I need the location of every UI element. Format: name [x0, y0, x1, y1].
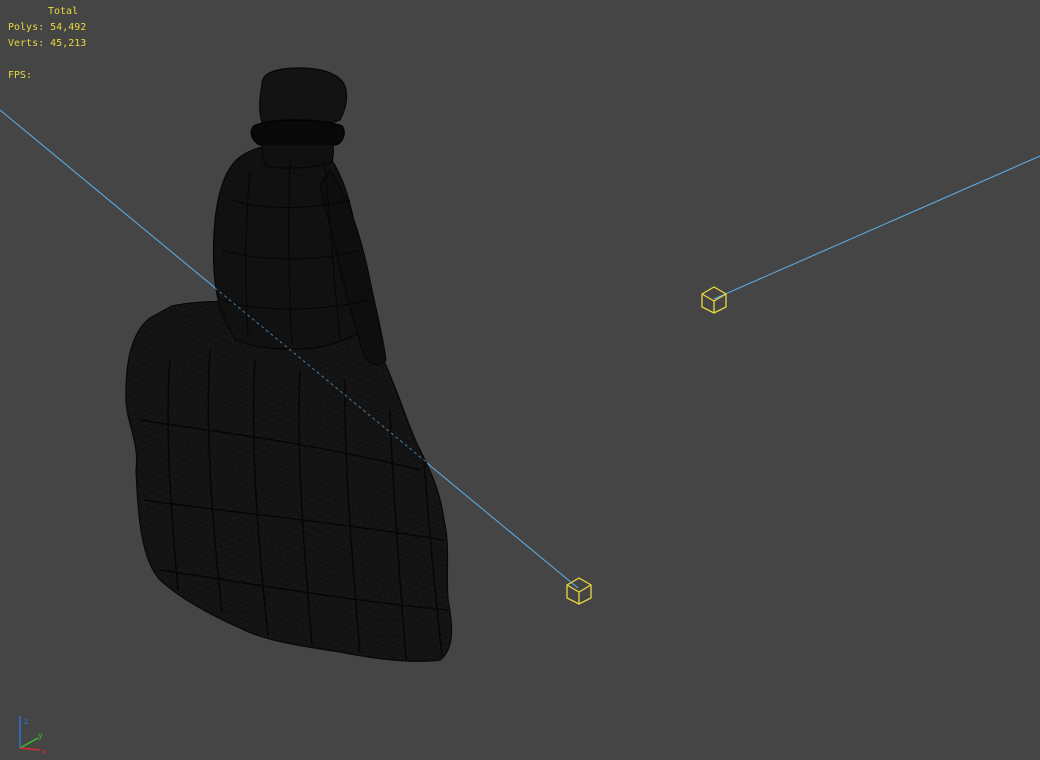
stats-title: Total	[48, 6, 79, 17]
axis-z-label: z	[24, 717, 28, 726]
axis-y-label: y	[38, 731, 43, 740]
stats-polys-label: Polys:	[8, 22, 45, 33]
light-helper-cube-right[interactable]	[701, 286, 727, 314]
viewport-statistics: Total Polys: 54,492 Verts: 45,213 FPS:	[8, 4, 86, 84]
perspective-viewport[interactable]: Total Polys: 54,492 Verts: 45,213 FPS: z…	[0, 0, 1040, 760]
stats-polys-value: 54,492	[50, 22, 87, 33]
light-target-line-right	[713, 155, 1040, 300]
wireframe-mesh-figure[interactable]	[125, 67, 453, 662]
stats-fps-row: FPS:	[8, 68, 86, 84]
stats-verts-value: 45,213	[50, 38, 87, 49]
stats-verts-label: Verts:	[8, 38, 45, 49]
axis-x-label: x	[42, 747, 47, 756]
stats-verts-row: Verts: 45,213	[8, 36, 86, 52]
axis-tripod-icon: z y x	[19, 716, 47, 756]
stats-polys-row: Polys: 54,492	[8, 20, 86, 36]
stats-fps-label: FPS:	[8, 70, 33, 81]
scene-canvas[interactable]	[0, 0, 1040, 760]
